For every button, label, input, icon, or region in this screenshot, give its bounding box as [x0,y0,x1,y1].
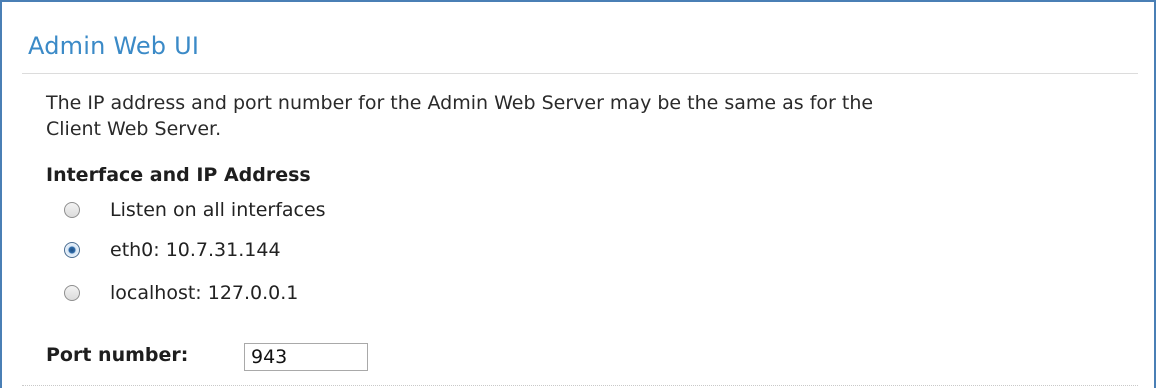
radio-label-eth0: eth0: 10.7.31.144 [110,239,281,261]
interface-group-label: Interface and IP Address [46,164,311,186]
radio-button-localhost[interactable] [64,285,80,301]
port-number-input[interactable] [244,343,368,371]
admin-web-ui-panel: Admin Web UI The IP address and port num… [0,0,1156,388]
radio-option-all-interfaces[interactable]: Listen on all interfaces [64,196,326,224]
port-number-label: Port number: [46,344,189,366]
radio-option-localhost[interactable]: localhost: 127.0.0.1 [64,279,298,307]
radio-label-all-interfaces: Listen on all interfaces [110,199,326,221]
radio-button-eth0[interactable] [64,242,80,258]
bottom-divider [22,385,1138,386]
title-divider [22,73,1138,74]
radio-label-localhost: localhost: 127.0.0.1 [110,282,299,304]
section-description: The IP address and port number for the A… [46,92,874,140]
radio-button-all-interfaces[interactable] [64,202,80,218]
section-title: Admin Web UI [28,32,200,60]
radio-option-eth0[interactable]: eth0: 10.7.31.144 [64,236,281,264]
